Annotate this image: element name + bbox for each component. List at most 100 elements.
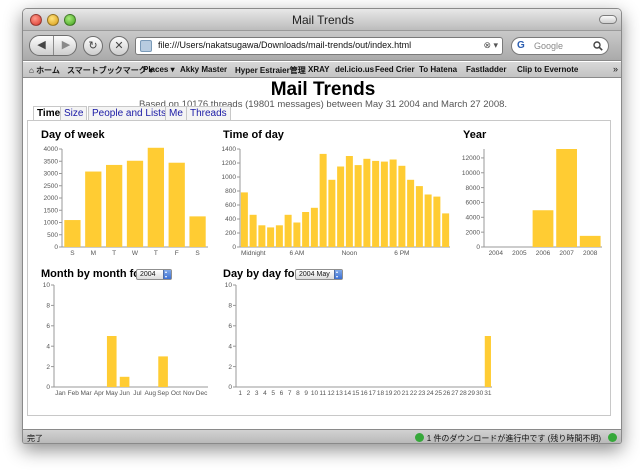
google-icon[interactable]: G <box>517 40 529 52</box>
back-forward-group: ◀ ▶ <box>29 35 77 56</box>
x-tick-label: 20 <box>393 390 401 397</box>
y-tick-label: 4000 <box>466 215 481 222</box>
stop-button[interactable]: ✕ <box>109 36 129 56</box>
x-tick-label: Midnight <box>241 250 266 257</box>
y-tick-label: 400 <box>225 216 236 223</box>
x-tick-label: 7 <box>288 390 292 397</box>
y-tick-label: 8 <box>228 303 232 310</box>
month-year-select-value: 2004 <box>140 271 156 278</box>
chart-bar <box>168 162 185 247</box>
y-tick-label: 6000 <box>466 200 481 207</box>
x-tick-label: 6 AM <box>289 250 304 257</box>
y-tick-label: 10 <box>225 282 233 289</box>
day-by-day-chart: 02468101 2 3 4 5 6 7 8 9 10 11 12 13 14 15 16 17 18 19 20 21… <box>225 282 492 397</box>
x-tick-label: 31 <box>484 390 492 397</box>
x-tick-label: Noon <box>342 250 358 257</box>
toolbar-toggle-button[interactable] <box>599 15 617 24</box>
y-tick-label: 6 <box>228 323 232 330</box>
chart-bar <box>106 164 123 247</box>
y-tick-label: 8000 <box>466 185 481 192</box>
bookmark-places[interactable]: Places ▾ <box>143 65 175 74</box>
tab-people-and-lists[interactable]: People and Lists <box>88 106 170 120</box>
search-placeholder: Google <box>534 41 564 51</box>
y-tick-label: 12000 <box>462 155 480 162</box>
x-tick-label: 29 <box>468 390 476 397</box>
chart-bar <box>363 158 371 247</box>
chart-bar <box>126 160 144 247</box>
select-arrows-icon <box>334 269 342 279</box>
x-tick-label: 6 <box>280 390 284 397</box>
download-status[interactable]: 1 件のダウンロードが進行中です (残り時間不明) <box>414 433 601 443</box>
x-tick-label: 2005 <box>512 250 527 257</box>
bookmark-hyper-estraier[interactable]: Hyper Estraier管理 <box>235 65 306 76</box>
forward-button[interactable]: ▶ <box>54 36 76 55</box>
month-year-select[interactable]: 2004 <box>136 269 172 280</box>
y-tick-label: 10000 <box>462 170 480 177</box>
x-tick-label: M <box>91 250 96 257</box>
x-tick-label: 3 <box>255 390 259 397</box>
y-tick-label: 1500 <box>44 207 59 214</box>
day-month-select[interactable]: 2004 May <box>295 269 343 280</box>
search-input[interactable]: G Google <box>511 37 609 55</box>
chart-bar <box>354 165 362 247</box>
tab-size[interactable]: Size <box>60 106 88 120</box>
x-tick-label: 2007 <box>559 250 574 257</box>
bookmark-xray[interactable]: XRAY <box>308 65 330 74</box>
chart-bar <box>64 220 81 247</box>
bookmark-to-hatena[interactable]: To Hatena <box>419 65 457 74</box>
month-by-month-heading: Month by month for <box>41 268 145 280</box>
chart-bar <box>275 225 283 247</box>
x-tick-label: 18 <box>377 390 385 397</box>
x-tick-label: 25 <box>435 390 443 397</box>
x-tick-label: 6 PM <box>394 250 409 257</box>
back-button[interactable]: ◀ <box>30 36 54 55</box>
x-tick-label: 11 <box>319 390 326 397</box>
bookmark-feed-crier[interactable]: Feed Crier <box>375 65 415 74</box>
y-tick-label: 0 <box>232 244 236 251</box>
browser-window: Mail Trends ◀ ▶ ↻ ✕ file:///Users/nakats… <box>22 8 622 444</box>
x-tick-label: Oct <box>171 390 181 397</box>
x-tick-label: W <box>132 250 139 257</box>
y-tick-label: 2500 <box>44 183 59 190</box>
x-tick-label: 2004 <box>489 250 504 257</box>
day-of-week-heading: Day of week <box>41 129 105 141</box>
bookmark-home[interactable]: ⌂ ホーム <box>29 65 60 76</box>
chart-bar <box>380 161 388 247</box>
x-tick-label: 12 <box>327 390 335 397</box>
y-tick-label: 3500 <box>44 158 59 165</box>
tab-me[interactable]: Me <box>165 106 187 120</box>
page-title: Mail Trends <box>270 79 376 100</box>
chart-bar <box>147 147 164 247</box>
reload-button[interactable]: ↻ <box>83 36 103 56</box>
bookmark-fastladder[interactable]: Fastladder <box>466 65 506 74</box>
chart-bar <box>85 171 102 247</box>
x-tick-label: Sep <box>157 390 169 397</box>
bookmarks-overflow-button[interactable]: » <box>613 64 618 74</box>
tab-threads[interactable]: Threads <box>186 106 231 120</box>
x-tick-label: F <box>175 250 179 257</box>
bookmarks-bar: ⌂ ホーム スマートブックマーク ▾ Places ▾ Akky Master … <box>23 62 621 78</box>
x-tick-label: 27 <box>451 390 459 397</box>
x-tick-label: Aug <box>144 390 156 397</box>
x-tick-label: S <box>195 250 200 257</box>
year-chart: 0 2000 4000 6000 8000 10000 12000 2004 2005 2006 2… <box>462 149 602 257</box>
bookmark-clip-evernote[interactable]: Clip to Evernote <box>517 65 578 74</box>
address-actions[interactable]: ⊗ ▾ <box>483 40 498 51</box>
month-by-month-chart: 0 2 4 6 8 10 Jan Feb Mar Apr May Jun Jul Aug Sep Oct Nov… <box>43 282 208 397</box>
x-tick-label: 28 <box>459 390 467 397</box>
bookmark-akky[interactable]: Akky Master <box>180 65 227 74</box>
bookmark-delicious[interactable]: del.icio.us <box>335 65 374 74</box>
search-icon[interactable] <box>593 41 603 51</box>
address-bar[interactable]: file:///Users/nakatsugawa/Downloads/mail… <box>135 37 503 55</box>
chart-bar <box>407 179 415 247</box>
y-tick-label: 8 <box>46 303 50 310</box>
bookmark-smart[interactable]: スマートブックマーク ▾ <box>67 65 153 76</box>
x-tick-label: 26 <box>443 390 451 397</box>
y-tick-label: 0 <box>228 384 232 391</box>
x-tick-label: T <box>154 250 158 257</box>
x-tick-label: 15 <box>352 390 360 397</box>
x-tick-label: May <box>106 390 119 397</box>
x-tick-label: Jun <box>119 390 130 397</box>
x-tick-label: 19 <box>385 390 393 397</box>
select-arrows-icon <box>163 269 171 279</box>
